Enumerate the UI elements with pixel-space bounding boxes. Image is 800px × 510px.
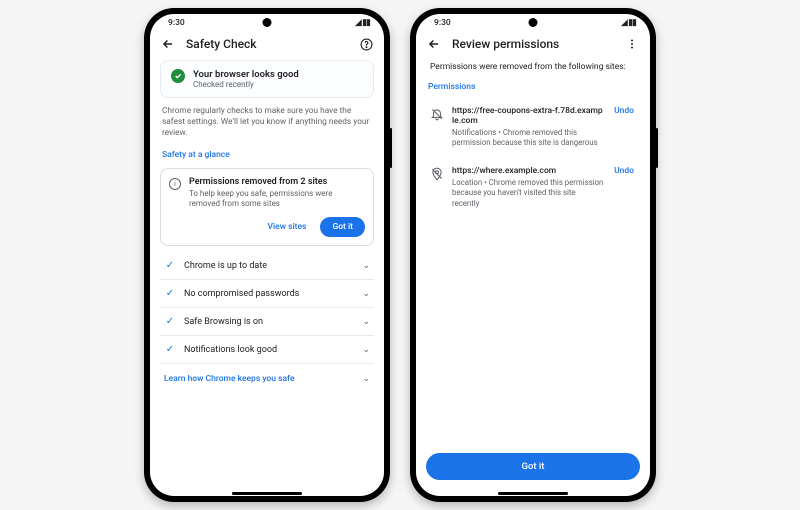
check-badge-icon [171, 69, 185, 83]
bottom-action-bar: Got it [416, 445, 650, 490]
list-item-label: Chrome is up to date [184, 261, 354, 271]
undo-button[interactable]: Undo [612, 166, 636, 176]
learn-more-link[interactable]: Learn how Chrome keeps you safe ⌄ [160, 364, 374, 394]
app-bar: Safety Check [150, 32, 384, 60]
permission-host: https://where.example.com [452, 166, 604, 176]
undo-button[interactable]: Undo [612, 106, 636, 116]
permission-desc: Location • Chrome removed this permissio… [452, 178, 604, 208]
more-icon[interactable] [624, 36, 640, 52]
power-button [656, 128, 658, 168]
list-item-label: Safe Browsing is on [184, 317, 354, 327]
view-sites-button[interactable]: View sites [262, 218, 313, 236]
chevron-down-icon: ⌄ [362, 289, 370, 299]
phone-right: 9:30 ◢ ▮▮ Review permissions Permissions… [410, 8, 656, 502]
status-bar: 9:30 ◢ ▮▮ [150, 14, 384, 32]
page-title: Review permissions [452, 37, 614, 51]
screen-left: 9:30 ◢ ▮▮ Safety Check Your browser look… [150, 14, 384, 496]
item-chrome-up-to-date[interactable]: ✓ Chrome is up to date ⌄ [160, 252, 374, 280]
content: Your browser looks good Checked recently… [150, 60, 384, 490]
page-title: Safety Check [186, 37, 348, 51]
safety-glance-label: Safety at a glance [162, 150, 372, 160]
safety-banner: Your browser looks good Checked recently [160, 60, 374, 98]
item-no-compromised-passwords[interactable]: ✓ No compromised passwords ⌄ [160, 280, 374, 308]
perm-card-body: To help keep you safe, permissions were … [189, 189, 365, 210]
learn-more-label: Learn how Chrome keeps you safe [164, 374, 295, 384]
power-button [390, 128, 392, 168]
bell-off-icon [430, 107, 444, 121]
status-icons: ◢ ▮▮ [355, 18, 370, 28]
chevron-down-icon: ⌄ [362, 345, 370, 355]
status-icons: ◢ ▮▮ [621, 18, 636, 28]
camera-punch-hole [529, 18, 538, 27]
permissions-section-label: Permissions [428, 82, 638, 92]
check-icon: ✓ [164, 344, 176, 355]
item-safe-browsing[interactable]: ✓ Safe Browsing is on ⌄ [160, 308, 374, 336]
list-item-label: Notifications look good [184, 345, 354, 355]
back-arrow-icon[interactable] [426, 36, 442, 52]
camera-punch-hole [263, 18, 272, 27]
app-bar: Review permissions [416, 32, 650, 60]
perm-card-title: Permissions removed from 2 sites [189, 177, 365, 187]
check-icon: ✓ [164, 288, 176, 299]
body-text: Chrome regularly checks to make sure you… [162, 106, 372, 140]
got-it-button[interactable]: Got it [426, 453, 640, 480]
check-icon: ✓ [164, 260, 176, 271]
status-time: 9:30 [168, 18, 185, 28]
chevron-down-icon: ⌄ [362, 374, 370, 384]
screen-right: 9:30 ◢ ▮▮ Review permissions Permissions… [416, 14, 650, 496]
help-icon[interactable] [358, 36, 374, 52]
content: Permissions were removed from the follow… [416, 60, 650, 445]
status-time: 9:30 [434, 18, 451, 28]
chevron-down-icon: ⌄ [362, 261, 370, 271]
permission-item: https://free-coupons-extra-f.78d.example… [426, 100, 640, 160]
permissions-removed-card: i Permissions removed from 2 sites To he… [160, 168, 374, 247]
chevron-down-icon: ⌄ [362, 317, 370, 327]
gesture-nav-bar [416, 490, 650, 496]
gesture-nav-bar [150, 490, 384, 496]
location-off-icon [430, 167, 444, 181]
subhead: Permissions were removed from the follow… [430, 62, 636, 72]
banner-title: Your browser looks good [193, 69, 299, 80]
got-it-button[interactable]: Got it [320, 217, 365, 237]
check-icon: ✓ [164, 316, 176, 327]
list-item-label: No compromised passwords [184, 289, 354, 299]
banner-subtitle: Checked recently [193, 80, 299, 89]
phone-left: 9:30 ◢ ▮▮ Safety Check Your browser look… [144, 8, 390, 502]
status-bar: 9:30 ◢ ▮▮ [416, 14, 650, 32]
back-arrow-icon[interactable] [160, 36, 176, 52]
permission-desc: Notifications • Chrome removed this perm… [452, 128, 604, 148]
permission-item: https://where.example.com Location • Chr… [426, 160, 640, 220]
info-icon: i [169, 178, 181, 190]
permission-host: https://free-coupons-extra-f.78d.example… [452, 106, 604, 126]
item-notifications[interactable]: ✓ Notifications look good ⌄ [160, 336, 374, 364]
